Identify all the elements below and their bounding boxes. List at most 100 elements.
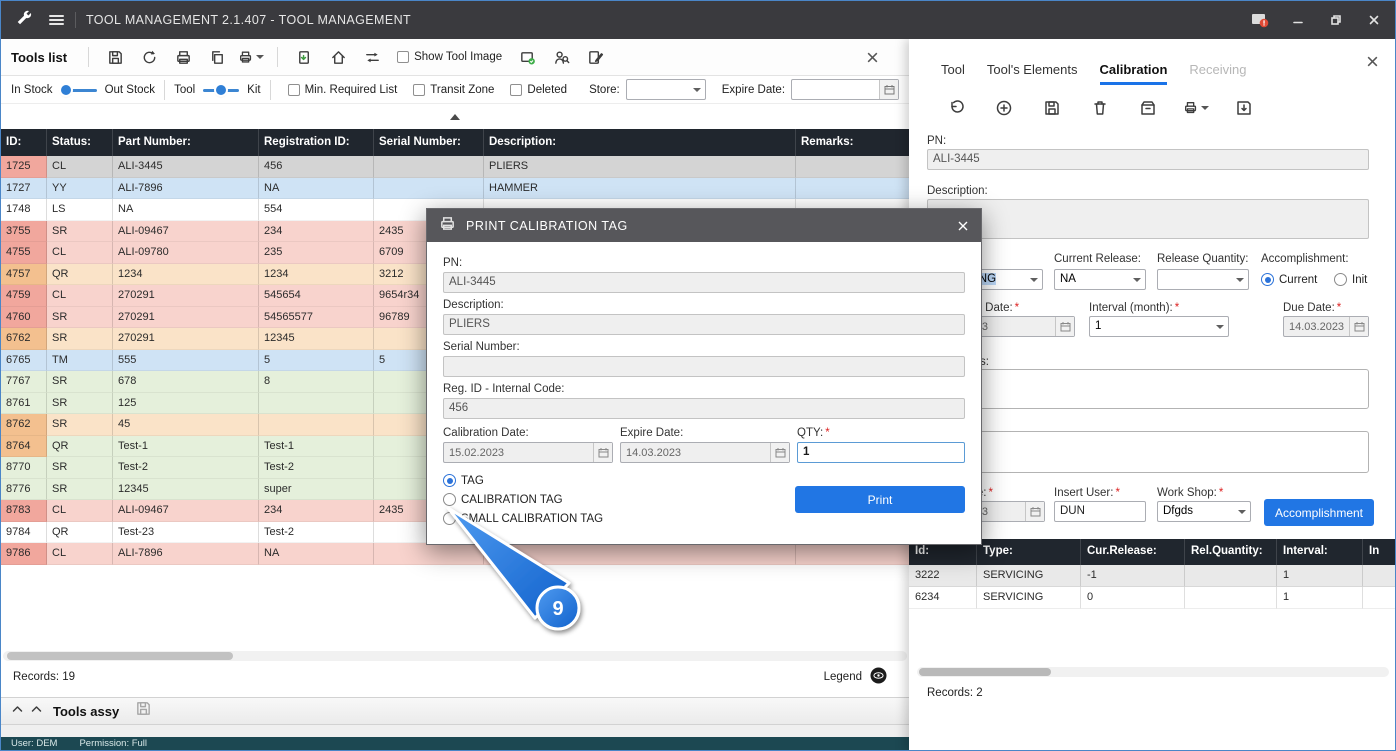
tool-kit-toggle[interactable] (203, 84, 240, 96)
table-cell: ALI-7896 (113, 543, 259, 565)
column-header[interactable]: In (1363, 539, 1395, 565)
print-options-icon[interactable] (238, 44, 265, 70)
release-quantity-select[interactable] (1157, 269, 1249, 290)
detail-panel-close-icon[interactable] (1366, 55, 1379, 73)
stock-toggle[interactable] (60, 84, 97, 96)
tab-tool[interactable]: Tool (941, 62, 965, 85)
column-header[interactable]: ID: (1, 129, 47, 156)
tool-image-icon[interactable] (514, 44, 540, 70)
close-button[interactable] (1365, 11, 1383, 29)
restore-button[interactable] (1327, 11, 1345, 29)
store-label: Store: (589, 83, 620, 96)
column-header[interactable]: Part Number: (113, 129, 259, 156)
add-icon[interactable] (991, 95, 1017, 121)
panel-title: Tools list (11, 49, 68, 65)
accomplishment-button[interactable]: Accomplishment (1264, 499, 1374, 526)
undo-icon[interactable] (943, 95, 969, 121)
table-row[interactable]: 1725 CL ALI-3445 456 PLIERS (1, 156, 909, 178)
table-cell: QR (47, 263, 113, 285)
radio-tag[interactable]: TAG (443, 471, 603, 490)
refresh-icon[interactable] (136, 44, 162, 70)
insert-user-input[interactable]: DUN (1054, 501, 1146, 522)
show-tool-image-checkbox[interactable]: Show Tool Image (397, 51, 502, 63)
expand-up-icon[interactable] (11, 702, 24, 720)
chevron-down-icon (1238, 510, 1246, 514)
tools-filters: In Stock Out Stock Tool Kit Min. Require… (1, 76, 909, 104)
menu-hamburger-icon[interactable] (47, 11, 65, 29)
column-header[interactable]: Remarks: (796, 129, 909, 156)
radio-current[interactable]: Current (1261, 270, 1317, 289)
checkbox-label: Show Tool Image (414, 51, 503, 63)
tab-tools-elements[interactable]: Tool's Elements (987, 62, 1078, 85)
print-menu-icon[interactable] (1183, 95, 1209, 121)
column-header[interactable]: Interval: (1277, 539, 1363, 565)
assy-save-icon[interactable] (135, 700, 152, 722)
grid-row[interactable]: 6234 SERVICING 0 1 (909, 587, 1395, 609)
import-clipboard-icon[interactable] (291, 44, 317, 70)
chevron-down-icon (1133, 278, 1141, 282)
elements-grid: Id: Type: Cur.Release: Rel.Quantity: Interva… (909, 539, 1395, 609)
table-cell (374, 543, 484, 565)
elements-grid-body: 3222 SERVICING -1 1 6234 SERVICING 0 1 (909, 565, 1395, 609)
table-cell: NA (113, 199, 259, 221)
print-button[interactable]: Print (795, 486, 965, 513)
grid-cell: 0 (1081, 587, 1185, 609)
tab-calibration[interactable]: Calibration (1099, 62, 1168, 85)
print-icon[interactable] (170, 44, 196, 70)
transit-zone-checkbox[interactable]: Transit Zone (413, 83, 494, 96)
minimize-button[interactable] (1289, 11, 1307, 29)
deleted-checkbox[interactable]: Deleted (510, 83, 567, 96)
dialog-qty-input[interactable]: 1 (797, 442, 965, 463)
work-shop-select[interactable]: Dfgds (1157, 501, 1251, 522)
current-release-select[interactable]: NA (1054, 269, 1146, 290)
transfer-icon[interactable] (359, 44, 385, 70)
table-cell: Test-23 (113, 521, 259, 543)
table-cell (259, 414, 374, 436)
description-label: Description: (927, 185, 988, 197)
collapse-filters-arrow-icon[interactable] (450, 114, 460, 120)
export-icon[interactable] (1231, 95, 1257, 121)
calendar-icon (1055, 317, 1074, 336)
edit-list-icon[interactable] (582, 44, 608, 70)
table-cell: Test-1 (113, 435, 259, 457)
radio-init[interactable]: Init (1334, 270, 1367, 289)
detail-hscrollbar-thumb[interactable] (919, 668, 1051, 676)
interval-select[interactable]: 1 (1089, 316, 1229, 337)
radio-small-calibration-tag[interactable]: SMALL CALIBRATION TAG (443, 509, 603, 528)
grid-row[interactable]: 3222 SERVICING -1 1 (909, 565, 1395, 587)
column-header[interactable]: Cur.Release: (1081, 539, 1185, 565)
legend-eye-icon[interactable] (870, 667, 887, 687)
table-row[interactable]: 9786 CL ALI-7896 NA (1, 543, 909, 565)
grid-cell (1185, 565, 1277, 587)
notification-icon[interactable] (1251, 11, 1269, 29)
expand-up-icon[interactable] (30, 702, 43, 720)
expire-date-input[interactable] (791, 79, 900, 100)
chevron-down-icon (1236, 278, 1244, 282)
column-header[interactable]: Status: (47, 129, 113, 156)
column-header[interactable]: Rel.Quantity: (1185, 539, 1277, 565)
save-icon[interactable] (102, 44, 128, 70)
table-cell: 234 (259, 220, 374, 242)
instructions-textarea[interactable] (927, 369, 1369, 409)
column-header[interactable]: Description: (484, 129, 796, 156)
grid-cell: -1 (1081, 565, 1185, 587)
tools-hscrollbar-thumb[interactable] (7, 652, 233, 660)
archive-icon[interactable] (1135, 95, 1161, 121)
column-header[interactable]: Registration ID: (259, 129, 374, 156)
column-header[interactable]: Serial Number: (374, 129, 484, 156)
min-required-checkbox[interactable]: Min. Required List (287, 83, 397, 96)
radio-calibration-tag[interactable]: CALIBRATION TAG (443, 490, 603, 509)
home-icon[interactable] (325, 44, 351, 70)
column-header[interactable]: Type: (977, 539, 1081, 565)
table-row[interactable]: 1727 YY ALI-7896 NA HAMMER (1, 177, 909, 199)
tools-panel-close-icon[interactable] (859, 44, 885, 70)
save-icon[interactable] (1039, 95, 1065, 121)
copy-icon[interactable] (204, 44, 230, 70)
grid-cell (1185, 587, 1277, 609)
store-select[interactable] (625, 79, 706, 100)
calendar-icon[interactable] (879, 80, 899, 99)
user-search-icon[interactable] (548, 44, 574, 70)
delete-icon[interactable] (1087, 95, 1113, 121)
remarks-textarea[interactable] (927, 431, 1369, 473)
dialog-close-icon[interactable] (957, 220, 969, 232)
